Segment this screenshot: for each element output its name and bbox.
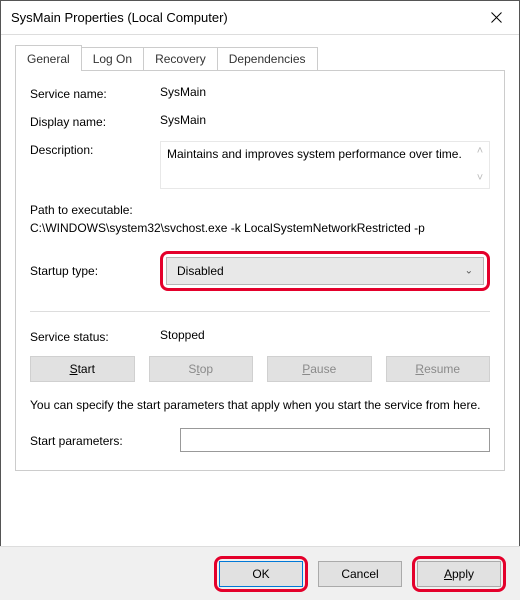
startup-type-value: Disabled	[177, 264, 224, 278]
tab-general[interactable]: General	[15, 45, 82, 71]
highlight-apply: Apply	[412, 556, 506, 592]
startup-type-select[interactable]: Disabled ⌄	[166, 257, 484, 285]
tab-bar: General Log On Recovery Dependencies	[15, 45, 505, 70]
label-path: Path to executable:	[30, 201, 490, 219]
description-text: Maintains and improves system performanc…	[167, 147, 462, 161]
label-display-name: Display name:	[30, 113, 160, 129]
value-path: C:\WINDOWS\system32\svchost.exe -k Local…	[30, 219, 490, 237]
start-params-note: You can specify the start parameters tha…	[30, 396, 490, 414]
start-button[interactable]: Start	[30, 356, 135, 382]
tab-recovery[interactable]: Recovery	[143, 47, 218, 70]
start-params-input[interactable]	[180, 428, 490, 452]
tab-logon[interactable]: Log On	[81, 47, 144, 70]
description-box: Maintains and improves system performanc…	[160, 141, 490, 189]
cancel-button[interactable]: Cancel	[318, 561, 402, 587]
label-startup-type: Startup type:	[30, 264, 160, 278]
apply-button[interactable]: Apply	[417, 561, 501, 587]
close-button[interactable]	[473, 1, 519, 35]
highlight-ok: OK	[214, 556, 308, 592]
chevron-down-icon: ˅	[477, 171, 483, 186]
label-start-params: Start parameters:	[30, 432, 180, 448]
highlight-startup-type: Disabled ⌄	[160, 251, 490, 291]
value-display-name: SysMain	[160, 113, 490, 127]
label-description: Description:	[30, 141, 160, 157]
stop-button[interactable]: Stop	[149, 356, 254, 382]
label-service-status: Service status:	[30, 328, 160, 344]
close-icon	[491, 12, 502, 23]
ok-button[interactable]: OK	[219, 561, 303, 587]
dialog-footer: OK Cancel Apply	[0, 546, 520, 600]
tab-dependencies[interactable]: Dependencies	[217, 47, 318, 70]
tab-panel-general: Service name: SysMain Display name: SysM…	[15, 70, 505, 471]
window-title: SysMain Properties (Local Computer)	[11, 10, 228, 25]
value-service-status: Stopped	[160, 328, 490, 342]
chevron-up-icon: ˄	[477, 144, 483, 159]
description-scrollbar[interactable]: ˄ ˅	[473, 144, 487, 186]
title-bar: SysMain Properties (Local Computer)	[1, 1, 519, 35]
value-service-name: SysMain	[160, 85, 490, 99]
divider	[30, 311, 490, 312]
resume-button[interactable]: Resume	[386, 356, 491, 382]
chevron-down-icon: ⌄	[465, 266, 473, 277]
pause-button[interactable]: Pause	[267, 356, 372, 382]
label-service-name: Service name:	[30, 85, 160, 101]
